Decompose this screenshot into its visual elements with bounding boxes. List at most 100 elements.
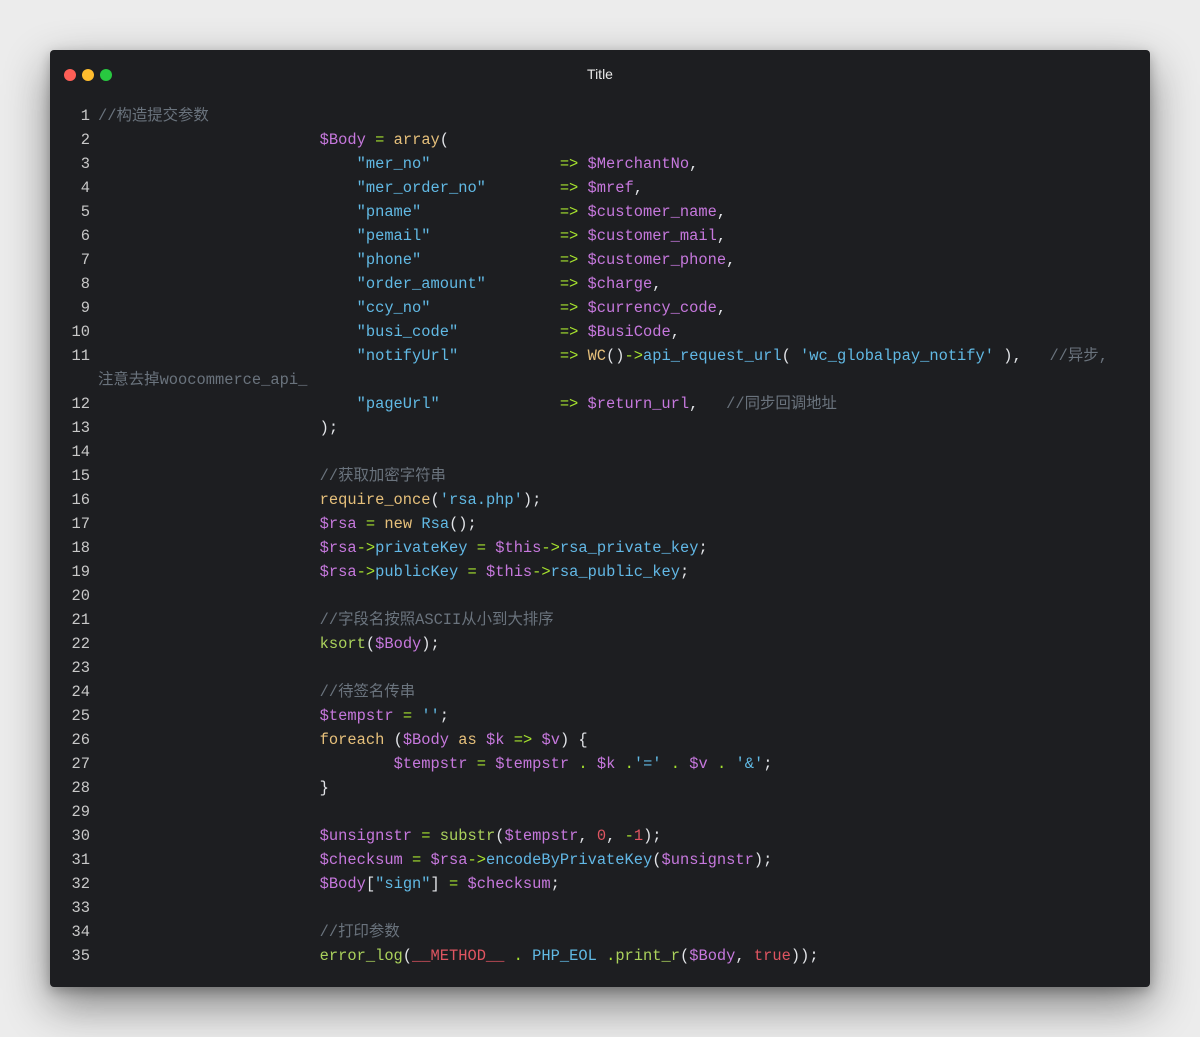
code-text: "mer_order_no" => $mref, — [356, 179, 643, 197]
code-line: 24 //待签名传串 — [50, 680, 1150, 704]
code-text: } — [98, 779, 329, 797]
line-number: 26 — [71, 731, 90, 749]
code-text: //待签名传串 — [319, 683, 416, 701]
line-number: 21 — [71, 611, 90, 629]
line-number: 15 — [71, 467, 90, 485]
line-number: 31 — [71, 851, 90, 869]
code-line: 30 $unsignstr = substr($tempstr, 0, -1); — [50, 824, 1150, 848]
code-text: "phone" => $customer_phone, — [356, 251, 736, 269]
line-number: 35 — [71, 947, 90, 965]
line-number: 2 — [80, 131, 90, 149]
code-line: 4 "mer_order_no" => $mref, — [50, 176, 1150, 200]
line-number: 30 — [71, 827, 90, 845]
line-number: 9 — [80, 299, 90, 317]
code-line: 31 $checksum = $rsa->encodeByPrivateKey(… — [50, 848, 1150, 872]
code-text: "mer_no" => $MerchantNo, — [356, 155, 699, 173]
code-text: $rsa->privateKey = $this->rsa_private_ke… — [319, 539, 708, 557]
line-number: 28 — [71, 779, 90, 797]
code-line: 13 ); — [50, 416, 1150, 440]
line-number: 12 — [71, 395, 90, 413]
code-text: error_log(__METHOD__ . PHP_EOL .print_r(… — [319, 947, 819, 965]
line-number: 4 — [80, 179, 90, 197]
code-line: 16 require_once('rsa.php'); — [50, 488, 1150, 512]
code-text: //构造提交参数 — [98, 107, 209, 125]
line-number: 33 — [71, 899, 90, 917]
code-line: 10 "busi_code" => $BusiCode, — [50, 320, 1150, 344]
line-number: 19 — [71, 563, 90, 581]
code-line: 9 "ccy_no" => $currency_code, — [50, 296, 1150, 320]
line-number: 5 — [80, 203, 90, 221]
code-window: Title 1//构造提交参数 2 $Body = array(3 "mer_no… — [50, 50, 1150, 987]
line-number: 34 — [71, 923, 90, 941]
code-line: 28 } — [50, 776, 1150, 800]
line-number: 25 — [71, 707, 90, 725]
line-number: 10 — [71, 323, 90, 341]
code-text: "pageUrl" => $return_url, //同步回调地址 — [356, 395, 837, 413]
line-number: 29 — [71, 803, 90, 821]
code-line: 3 "mer_no" => $MerchantNo, — [50, 152, 1150, 176]
code-text: //获取加密字符串 — [319, 467, 446, 485]
code-line: 32 $Body["sign"] = $checksum; — [50, 872, 1150, 896]
code-text: require_once('rsa.php'); — [319, 491, 542, 509]
code-line: 26 foreach ($Body as $k => $v) { — [50, 728, 1150, 752]
line-number: 16 — [71, 491, 90, 509]
line-number: 7 — [80, 251, 90, 269]
line-number: 24 — [71, 683, 90, 701]
code-text: $tempstr = ''; — [319, 707, 450, 725]
code-text: "order_amount" => $charge, — [356, 275, 662, 293]
code-line: 2 $Body = array( — [50, 128, 1150, 152]
code-line: 25 $tempstr = ''; — [50, 704, 1150, 728]
line-number: 6 — [80, 227, 90, 245]
code-text: $Body = array( — [319, 131, 450, 149]
line-number: 27 — [71, 755, 90, 773]
code-line: 19 $rsa->publicKey = $this->rsa_public_k… — [50, 560, 1150, 584]
code-line: 7 "phone" => $customer_phone, — [50, 248, 1150, 272]
code-line: 33 — [50, 896, 1150, 920]
code-line: 23 — [50, 656, 1150, 680]
code-line: 18 $rsa->privateKey = $this->rsa_private… — [50, 536, 1150, 560]
line-number: 11 — [71, 347, 90, 365]
code-line: 8 "order_amount" => $charge, — [50, 272, 1150, 296]
code-text: //打印参数 — [319, 923, 400, 941]
code-line: 29 — [50, 800, 1150, 824]
code-line: 27 $tempstr = $tempstr . $k .'=' . $v . … — [50, 752, 1150, 776]
code-line: 12 "pageUrl" => $return_url, //同步回调地址 — [50, 392, 1150, 416]
line-number: 32 — [71, 875, 90, 893]
line-number: 1 — [80, 107, 90, 125]
code-text: $Body["sign"] = $checksum; — [319, 875, 560, 893]
code-text: "pname" => $customer_name, — [356, 203, 727, 221]
title-bar: Title — [50, 50, 1150, 98]
code-line: 14 — [50, 440, 1150, 464]
code-text: "notifyUrl" => WC()->api_request_url( 'w… — [98, 347, 1108, 389]
code-line: 1 //构造提交参数 — [50, 104, 1150, 128]
code-line: 5 "pname" => $customer_name, — [50, 200, 1150, 224]
code-line: 20 — [50, 584, 1150, 608]
line-number: 8 — [80, 275, 90, 293]
line-number: 3 — [80, 155, 90, 173]
code-text: ); — [98, 419, 339, 437]
line-number: 13 — [71, 419, 90, 437]
code-text: "pemail" => $customer_mail, — [356, 227, 727, 245]
code-line: 34 //打印参数 — [50, 920, 1150, 944]
code-text: $unsignstr = substr($tempstr, 0, -1); — [319, 827, 662, 845]
code-line: 17 $rsa = new Rsa(); — [50, 512, 1150, 536]
code-text: $checksum = $rsa->encodeByPrivateKey($un… — [319, 851, 773, 869]
line-number: 20 — [71, 587, 90, 605]
code-text: ksort($Body); — [319, 635, 440, 653]
line-number: 14 — [71, 443, 90, 461]
line-number: 22 — [71, 635, 90, 653]
code-line: 11 "notifyUrl" => WC()->api_request_url(… — [50, 344, 1150, 392]
code-editor[interactable]: 1//构造提交参数 2 $Body = array(3 "mer_no" => $… — [50, 104, 1150, 968]
code-text: $rsa = new Rsa(); — [319, 515, 477, 533]
code-line: 6 "pemail" => $customer_mail, — [50, 224, 1150, 248]
code-text: //字段名按照ASCII从小到大排序 — [319, 611, 554, 629]
code-text: $rsa->publicKey = $this->rsa_public_key; — [319, 563, 690, 581]
line-number: 18 — [71, 539, 90, 557]
window-title: Title — [587, 66, 613, 82]
line-number: 23 — [71, 659, 90, 677]
